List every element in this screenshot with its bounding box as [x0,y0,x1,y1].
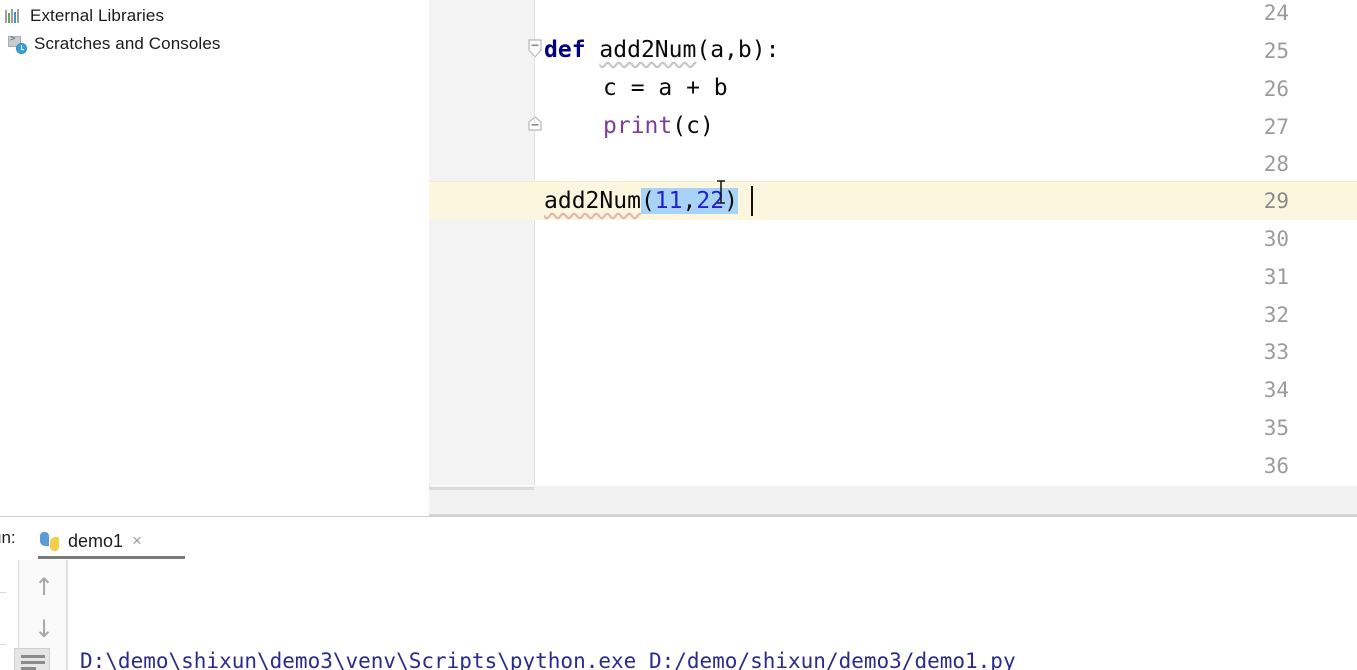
arrow-down-icon: ↓ [33,615,55,643]
code-line-29[interactable]: add2Num(11,22) [535,182,738,220]
call-function-name: add2Num [544,188,641,214]
line-number: 28 [1263,152,1289,176]
line-number: 33 [1263,340,1289,364]
tree-node-label: External Libraries [30,5,165,25]
editor-scrollbar-thumb[interactable] [429,487,534,490]
mouse-ibeam-cursor [715,180,727,204]
selection-arg-1: 11 [654,188,683,214]
code-line-26[interactable]: c = a + b [535,69,728,107]
line-number: 24 [1263,1,1289,25]
editor-horizontal-scrollbar[interactable] [429,486,1357,516]
line-number-active: 29 [1263,189,1289,213]
run-tab-demo1[interactable]: demo1 × [40,524,142,558]
run-panel-left-tick [0,592,6,593]
tree-node-external-libraries[interactable]: External Libraries [0,0,429,31]
line-number: 31 [1263,265,1289,289]
line-number: 30 [1263,227,1289,251]
code-text: (a,b): [696,37,780,63]
text-caret [751,186,753,216]
console-divider [66,560,67,670]
soft-wrap-toggle-button[interactable] [14,648,50,670]
line-number: 26 [1263,77,1289,101]
tree-node-label: Scratches and Consoles [34,33,221,53]
soft-wrap-icon [21,655,45,658]
python-icon [40,531,59,551]
scratches-icon [8,34,27,54]
keyword-def: def [544,37,586,63]
line-number: 27 [1263,115,1289,139]
selection-comma: , [682,188,697,214]
code-line-27[interactable]: print(c) [535,107,714,145]
console-output[interactable]: D:\demo\shixun\demo3\venv\Scripts\python… [80,566,1350,670]
soft-wrap-icon-line-2 [21,661,45,664]
run-panel-left-edge [0,560,8,670]
line-number: 36 [1263,454,1289,478]
scroll-up-button[interactable]: ↑ [27,570,61,604]
line-number: 25 [1263,39,1289,63]
tree-node-scratches-and-consoles[interactable]: Scratches and Consoles [4,28,220,59]
line-number: 32 [1263,303,1289,327]
console-command-line: D:\demo\shixun\demo3\venv\Scripts\python… [80,649,1016,670]
line-number: 34 [1263,378,1289,402]
ide-window: External Libraries Scratches and Console… [0,0,1357,670]
scroll-down-button[interactable]: ↓ [27,612,61,646]
function-name: add2Num [599,37,697,63]
code-text: (c) [672,113,714,139]
function-print: print [603,113,673,139]
run-tool-window-title: un: [0,528,16,547]
selection-open-paren: ( [640,188,655,214]
code-line-25[interactable]: def add2Num(a,b): [535,31,779,69]
code-editor[interactable]: 24 25 26 27 28 29 30 31 32 33 34 35 36 d… [429,0,1357,516]
libraries-icon [4,7,22,25]
run-tab-active-underline [38,556,185,559]
close-icon[interactable]: × [132,531,142,551]
run-panel-left-tick-2 [0,644,6,645]
arrow-up-icon: ↑ [33,573,55,601]
editor-gutter[interactable] [429,0,535,485]
project-tool-window: External Libraries Scratches and Console… [0,0,429,516]
code-text: c = a + b [603,75,728,101]
run-tab-label: demo1 [68,530,124,551]
line-number: 35 [1263,416,1289,440]
